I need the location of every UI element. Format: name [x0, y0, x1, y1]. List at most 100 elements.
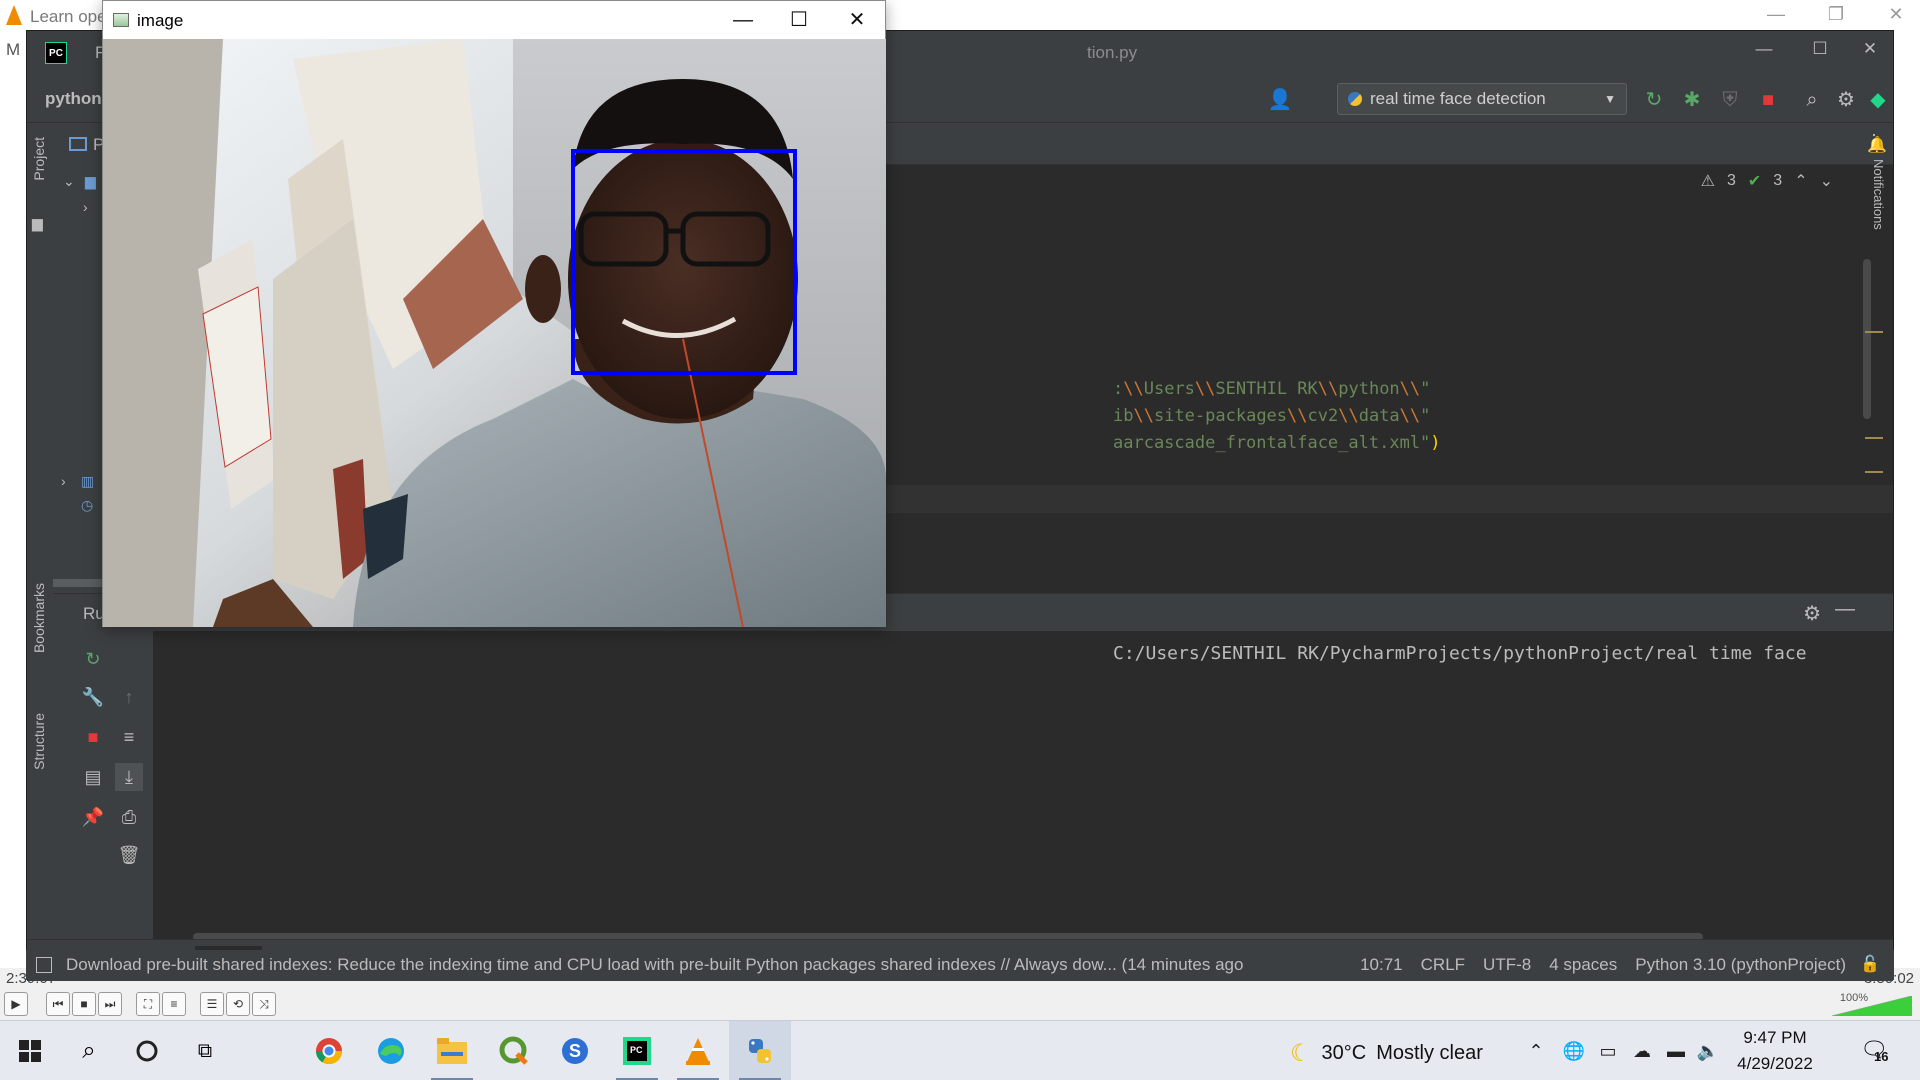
- vlc-restore-button[interactable]: ❐: [1816, 4, 1856, 28]
- caret-position[interactable]: 10:71: [1360, 955, 1403, 975]
- show-hidden-icons-icon[interactable]: ⌃: [1524, 1039, 1548, 1063]
- weather-description: Mostly clear: [1376, 1042, 1483, 1064]
- vlc-extended-settings-button[interactable]: ≡: [162, 992, 186, 1016]
- stop-icon[interactable]: ■: [1755, 87, 1781, 113]
- vlc-shuffle-button[interactable]: ⤨: [252, 992, 276, 1016]
- status-widgets: 10:71 CRLF UTF-8 4 spaces Python 3.10 (p…: [1360, 955, 1846, 975]
- pycharm-maximize-button[interactable]: ☐: [1805, 39, 1835, 65]
- image-window-title-bar[interactable]: image — ☐ ✕: [103, 1, 885, 39]
- warning-marker[interactable]: [1865, 471, 1883, 473]
- edge-icon[interactable]: [360, 1021, 422, 1080]
- rerun-icon[interactable]: ↻: [79, 645, 107, 673]
- scratches-icon: ◷: [81, 497, 94, 513]
- qgis-icon[interactable]: [483, 1021, 545, 1080]
- volume-icon[interactable]: 🔈: [1696, 1039, 1720, 1063]
- coverage-icon[interactable]: ⛨: [1717, 87, 1743, 113]
- task-view-icon[interactable]: ⧉: [176, 1021, 234, 1080]
- folder-icon: ▆: [85, 173, 96, 189]
- vlc-playlist-button[interactable]: ☰: [200, 992, 224, 1016]
- pycharm-minimize-button[interactable]: —: [1749, 39, 1779, 65]
- expand-chevron-icon[interactable]: ⌄: [63, 173, 75, 190]
- warning-marker[interactable]: [1865, 437, 1883, 439]
- stop-icon[interactable]: ■: [79, 723, 107, 751]
- window-filename: tion.py: [1087, 43, 1138, 62]
- interpreter-selector[interactable]: Python 3.10 (pythonProject): [1635, 955, 1846, 975]
- image-maximize-button[interactable]: ☐: [777, 5, 821, 35]
- search-icon[interactable]: ⌕: [1799, 87, 1825, 113]
- indent-setting[interactable]: 4 spaces: [1549, 955, 1617, 975]
- vlc-play-button[interactable]: ▶: [4, 992, 28, 1016]
- print-icon[interactable]: ⎙: [115, 803, 143, 831]
- chrome-icon[interactable]: [298, 1021, 360, 1080]
- trash-icon[interactable]: 🗑: [115, 841, 143, 869]
- pycharm-logo-icon: PC: [45, 42, 67, 64]
- project-tool-tab[interactable]: Project: [31, 137, 47, 181]
- search-icon[interactable]: ⌕: [60, 1021, 118, 1080]
- previous-highlight-icon[interactable]: ⌃: [1794, 171, 1807, 191]
- vlc-next-button[interactable]: ⏭: [98, 992, 122, 1016]
- gear-icon[interactable]: ⚙: [1803, 601, 1821, 626]
- status-message[interactable]: Download pre-built shared indexes: Reduc…: [66, 955, 1243, 975]
- vlc-minimize-button[interactable]: —: [1756, 4, 1796, 28]
- user-icon[interactable]: 👤: [1267, 87, 1293, 113]
- pycharm-close-button[interactable]: ✕: [1855, 39, 1885, 65]
- vlc-previous-button[interactable]: ⏮: [46, 992, 70, 1016]
- weather-widget[interactable]: ☾ 30°C Mostly clear: [1290, 1039, 1483, 1068]
- python-icon[interactable]: [728, 1021, 791, 1080]
- image-close-button[interactable]: ✕: [835, 5, 879, 35]
- taskbar-clock[interactable]: 9:47 PM 4/29/2022: [1720, 1025, 1830, 1077]
- clock-time: 9:47 PM: [1743, 1028, 1807, 1047]
- inspection-widget[interactable]: ⚠ 3 ✔ 3 ⌃ ⌄: [1701, 171, 1833, 191]
- folder-icon: ▆: [32, 215, 43, 231]
- warning-marker[interactable]: [1865, 331, 1883, 333]
- run-toolbar: ↻ 🔧 ■ ▤ 📌 ↑ ≡ ⤓ ⎙ 🗑: [53, 631, 153, 939]
- file-explorer-icon[interactable]: [421, 1021, 483, 1080]
- language-icon[interactable]: 🌐: [1562, 1039, 1586, 1063]
- vlc-stop-button[interactable]: ■: [72, 992, 96, 1016]
- battery-icon[interactable]: ▬: [1664, 1039, 1688, 1063]
- image-window[interactable]: image — ☐ ✕: [102, 0, 886, 627]
- bell-icon[interactable]: 🔔: [1867, 135, 1887, 155]
- pin-icon[interactable]: 📌: [79, 803, 107, 831]
- debug-icon[interactable]: ✱: [1679, 87, 1705, 113]
- run-configuration-select[interactable]: real time face detection ▼: [1337, 83, 1627, 115]
- bookmarks-tool-tab[interactable]: Bookmarks: [31, 583, 47, 653]
- skype-icon[interactable]: S: [544, 1021, 606, 1080]
- scroll-to-end-icon[interactable]: ⤓: [115, 763, 143, 791]
- left-tool-strip: Project ▆ Bookmarks Structure: [27, 123, 53, 939]
- rerun-icon[interactable]: ↻: [1641, 87, 1667, 113]
- action-center-icon[interactable]: 🗨 16: [1858, 1035, 1892, 1067]
- vlc-menu-fragment[interactable]: M: [6, 40, 20, 60]
- scroll-up-icon[interactable]: ↑: [115, 683, 143, 711]
- moon-icon: ☾: [1290, 1040, 1312, 1067]
- file-encoding[interactable]: UTF-8: [1483, 955, 1531, 975]
- next-highlight-icon[interactable]: ⌄: [1820, 171, 1833, 191]
- vlc-volume-slider[interactable]: [1832, 996, 1912, 1016]
- warning-icon: ⚠: [1700, 173, 1715, 190]
- structure-tool-tab[interactable]: Structure: [31, 713, 47, 770]
- vlc-fullscreen-button[interactable]: ⛶: [136, 992, 160, 1016]
- hide-panel-icon[interactable]: —: [1835, 598, 1855, 621]
- onedrive-icon[interactable]: ☁: [1630, 1039, 1654, 1063]
- vlc-close-button[interactable]: ✕: [1876, 4, 1916, 28]
- line-separator[interactable]: CRLF: [1421, 955, 1465, 975]
- soft-wrap-icon[interactable]: ≡: [115, 723, 143, 751]
- weather-temperature: 30°C: [1321, 1042, 1367, 1064]
- lock-icon[interactable]: 🔓: [1860, 954, 1880, 974]
- windows-start-icon[interactable]: [0, 1021, 60, 1080]
- vlc-icon[interactable]: [667, 1021, 729, 1080]
- pycharm-icon[interactable]: PC: [606, 1021, 668, 1080]
- status-toggle-icon[interactable]: [36, 957, 52, 973]
- layout-icon[interactable]: ▤: [79, 763, 107, 791]
- meet-now-icon[interactable]: ▭: [1596, 1039, 1620, 1063]
- cortana-icon[interactable]: [118, 1021, 176, 1080]
- collapsed-chevron-icon[interactable]: ›: [83, 199, 88, 215]
- wrench-icon[interactable]: 🔧: [79, 683, 107, 711]
- notifications-tool-tab[interactable]: Notifications: [1871, 159, 1886, 230]
- vlc-loop-button[interactable]: ⟲: [226, 992, 250, 1016]
- collapsed-chevron-icon[interactable]: ›: [61, 473, 66, 489]
- editor-vscrollbar[interactable]: [1863, 259, 1871, 419]
- image-minimize-button[interactable]: —: [721, 5, 765, 35]
- gear-icon[interactable]: ⚙: [1833, 87, 1859, 113]
- jetbrains-icon[interactable]: ◆: [1865, 87, 1891, 113]
